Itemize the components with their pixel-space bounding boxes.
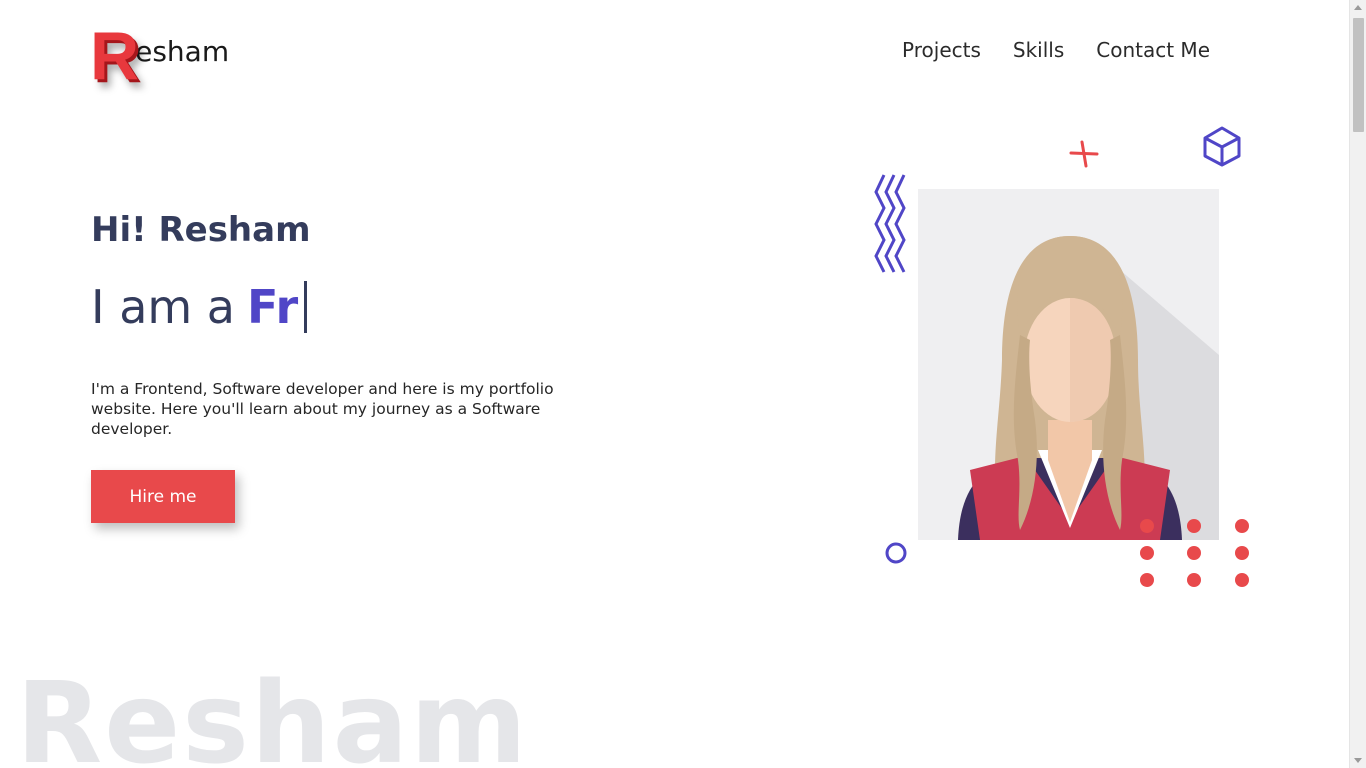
scroll-thumb[interactable] bbox=[1353, 18, 1364, 132]
plus-icon bbox=[1069, 140, 1099, 168]
scroll-down-icon[interactable] bbox=[1354, 758, 1362, 763]
cube-icon bbox=[1203, 126, 1241, 167]
typing-caret bbox=[304, 281, 308, 333]
scroll-up-icon[interactable] bbox=[1354, 5, 1362, 10]
background-watermark: Resham bbox=[16, 659, 529, 768]
hero-typing-line: I am a Fr bbox=[91, 280, 308, 334]
logo-initial: R bbox=[90, 18, 140, 94]
main-nav: Projects Skills Contact Me bbox=[902, 38, 1210, 62]
ring-icon bbox=[885, 542, 907, 564]
hire-me-button[interactable]: Hire me bbox=[91, 470, 235, 523]
hero-greeting: Hi! Resham bbox=[91, 210, 311, 250]
nav-link-contact[interactable]: Contact Me bbox=[1096, 38, 1210, 62]
site-logo[interactable]: R esham bbox=[80, 8, 230, 90]
typing-text: Fr bbox=[247, 280, 299, 334]
page-scrollbar[interactable] bbox=[1349, 0, 1366, 768]
hero-illustration bbox=[874, 126, 1249, 587]
nav-link-projects[interactable]: Projects bbox=[902, 38, 981, 62]
typing-prefix: I am a bbox=[91, 280, 235, 334]
hero-description: I'm a Frontend, Software developer and h… bbox=[91, 380, 554, 438]
nav-link-skills[interactable]: Skills bbox=[1013, 38, 1064, 62]
zigzag-icon bbox=[874, 174, 906, 273]
logo-text: esham bbox=[135, 35, 230, 68]
